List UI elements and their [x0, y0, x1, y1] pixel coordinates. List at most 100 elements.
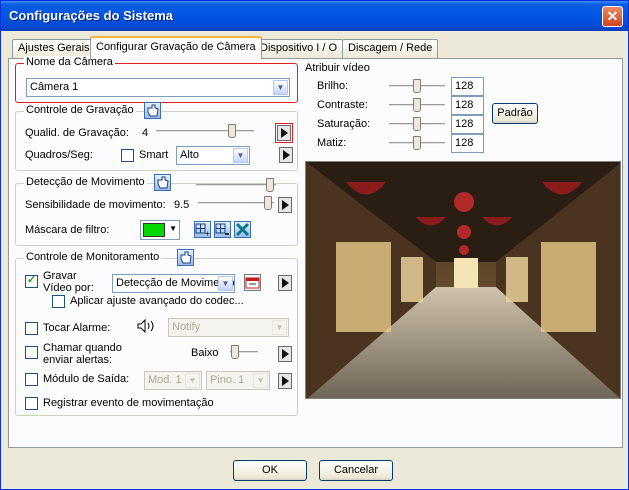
- output-module-label: Módulo de Saída:: [43, 373, 130, 385]
- sensitivity-slider[interactable]: [198, 196, 274, 210]
- tab-device-io[interactable]: Dispositivo I / O: [254, 39, 344, 58]
- remove-mask-button[interactable]: [214, 221, 231, 238]
- chevron-down-icon[interactable]: ▼: [169, 224, 177, 233]
- video-control-value[interactable]: 128: [451, 96, 484, 115]
- video-control-slider-thumb[interactable]: [413, 79, 421, 93]
- clear-x-icon: [235, 222, 250, 237]
- window-title: Configurações do Sistema: [9, 8, 173, 23]
- recording-control-group: Controle de Gravação Qualid. de Gravação…: [15, 102, 298, 171]
- chevron-down-icon[interactable]: ▼: [273, 80, 288, 95]
- video-control-label: Saturação:: [317, 118, 371, 130]
- chevron-down-icon[interactable]: ▼: [185, 373, 200, 388]
- video-control-slider[interactable]: [389, 79, 445, 93]
- record-video-select[interactable]: Detecção de Movimento ▼: [112, 274, 235, 293]
- record-video-checkbox[interactable]: [25, 273, 38, 288]
- motion-top-slider[interactable]: [196, 178, 276, 192]
- quality-slider-thumb[interactable]: [228, 124, 236, 138]
- quality-slider[interactable]: [156, 124, 254, 138]
- recording-settings-button[interactable]: [144, 102, 161, 119]
- video-attributes-label: Atribuir vídeo: [305, 62, 370, 74]
- mask-color-swatch: [143, 223, 165, 237]
- monitoring-settings-button[interactable]: [177, 249, 194, 266]
- motion-top-slider-thumb[interactable]: [266, 178, 274, 192]
- add-mask-button[interactable]: +: [194, 221, 211, 238]
- alarm-sound-select-value: Notify: [172, 321, 201, 333]
- video-control-slider-thumb[interactable]: [413, 98, 421, 112]
- register-event-label: Registrar evento de movimentação: [43, 397, 214, 409]
- tab-panel: Nome da Câmera Câmera 1 ▼ Controle de Gr…: [8, 56, 623, 448]
- video-control-label: Contraste:: [317, 99, 368, 111]
- video-control-value[interactable]: 128: [451, 134, 484, 153]
- title-bar: Configurações do Sistema ✕: [1, 1, 628, 31]
- register-event-checkbox[interactable]: [25, 397, 38, 410]
- video-control-slider-thumb[interactable]: [413, 136, 421, 150]
- sensitivity-label: Sensibilidade de movimento:: [25, 199, 166, 211]
- fps-select[interactable]: Alto ▼: [176, 146, 250, 165]
- settings-window: Configurações do Sistema ✕ Ajustes Gerai…: [0, 0, 629, 490]
- clear-mask-button[interactable]: [234, 221, 251, 238]
- camera-preview: [305, 161, 621, 399]
- sensitivity-slider-thumb[interactable]: [264, 196, 272, 210]
- pin-select[interactable]: Pino. 1 ▼: [206, 371, 270, 390]
- chevron-down-icon[interactable]: ▼: [218, 276, 233, 291]
- fps-label: Quadros/Seg:: [25, 149, 93, 161]
- advanced-codec-label: Aplicar ajuste avançado do codec...: [70, 295, 244, 307]
- tab-camera-recording[interactable]: Configurar Gravação de Câmera: [90, 36, 262, 59]
- camera-select-value: Câmera 1: [30, 81, 79, 93]
- monitoring-control-group: Controle de Monitoramento Gravar Vídeo p…: [15, 249, 298, 416]
- motion-detection-group: Detecção de Movimento Sensibilidade de m…: [15, 174, 298, 246]
- quality-apply-button[interactable]: [275, 123, 293, 143]
- send-alert-level: Baixo: [191, 347, 219, 359]
- record-video-select-value: Detecção de Movimento: [116, 277, 235, 289]
- recording-control-label: Controle de Gravação: [24, 104, 136, 116]
- pin-select-value: Pino. 1: [210, 374, 245, 386]
- play-alarm-checkbox[interactable]: [25, 322, 38, 335]
- alarm-sound-select[interactable]: Notify ▼: [168, 318, 289, 337]
- advanced-codec-checkbox[interactable]: [52, 295, 65, 308]
- schedule-button[interactable]: [244, 274, 261, 291]
- motion-detection-label: Detecção de Movimento: [24, 176, 147, 188]
- smart-label: Smart: [139, 149, 169, 161]
- output-module-checkbox[interactable]: [25, 373, 38, 386]
- calendar-icon: [245, 277, 260, 289]
- video-control-label: Matiz:: [317, 137, 347, 149]
- video-control-value[interactable]: 128: [451, 77, 484, 96]
- cancel-button[interactable]: Cancelar: [319, 460, 393, 481]
- send-alert-slider[interactable]: [230, 345, 258, 359]
- fps-apply-button[interactable]: [279, 147, 293, 163]
- chevron-down-icon[interactable]: ▼: [233, 148, 248, 163]
- send-alert-slider-thumb[interactable]: [231, 345, 239, 359]
- hand-pointer-icon: [147, 104, 159, 117]
- chevron-down-icon[interactable]: ▼: [272, 320, 287, 335]
- video-control-slider-thumb[interactable]: [413, 117, 421, 131]
- camera-select[interactable]: Câmera 1 ▼: [26, 78, 290, 97]
- module-select[interactable]: Mod. 1 ▼: [144, 371, 202, 390]
- fps-select-value: Alto: [180, 149, 199, 161]
- speaker-icon[interactable]: [136, 318, 158, 334]
- video-control-slider[interactable]: [389, 136, 445, 150]
- send-alert-apply-button[interactable]: [278, 346, 292, 362]
- ok-button[interactable]: OK: [233, 460, 307, 481]
- record-video-apply-button[interactable]: [278, 275, 292, 291]
- send-alert-checkbox[interactable]: [25, 346, 38, 359]
- video-control-value[interactable]: 128: [451, 115, 484, 134]
- video-control-label: Brilho:: [317, 80, 349, 92]
- output-module-apply-button[interactable]: [278, 373, 292, 389]
- chevron-down-icon[interactable]: ▼: [253, 373, 268, 388]
- module-select-value: Mod. 1: [148, 374, 182, 386]
- tab-dial-network[interactable]: Discagem / Rede: [342, 39, 439, 58]
- motion-settings-button[interactable]: [154, 174, 171, 191]
- sensitivity-apply-button[interactable]: [278, 197, 292, 213]
- hand-pointer-icon: [157, 176, 169, 189]
- sensitivity-value: 9.5: [174, 199, 190, 211]
- default-button[interactable]: Padrão: [492, 103, 538, 124]
- play-alarm-label: Tocar Alarme:: [43, 322, 111, 334]
- close-button[interactable]: ✕: [602, 6, 623, 27]
- camera-preview-image: [306, 162, 620, 398]
- smart-checkbox[interactable]: [121, 149, 134, 162]
- video-control-slider[interactable]: [389, 117, 445, 131]
- quality-label: Qualid. de Gravação:: [25, 127, 129, 139]
- video-control-slider[interactable]: [389, 98, 445, 112]
- mask-color-picker[interactable]: ▼: [140, 220, 180, 240]
- hand-pointer-icon: [180, 251, 192, 264]
